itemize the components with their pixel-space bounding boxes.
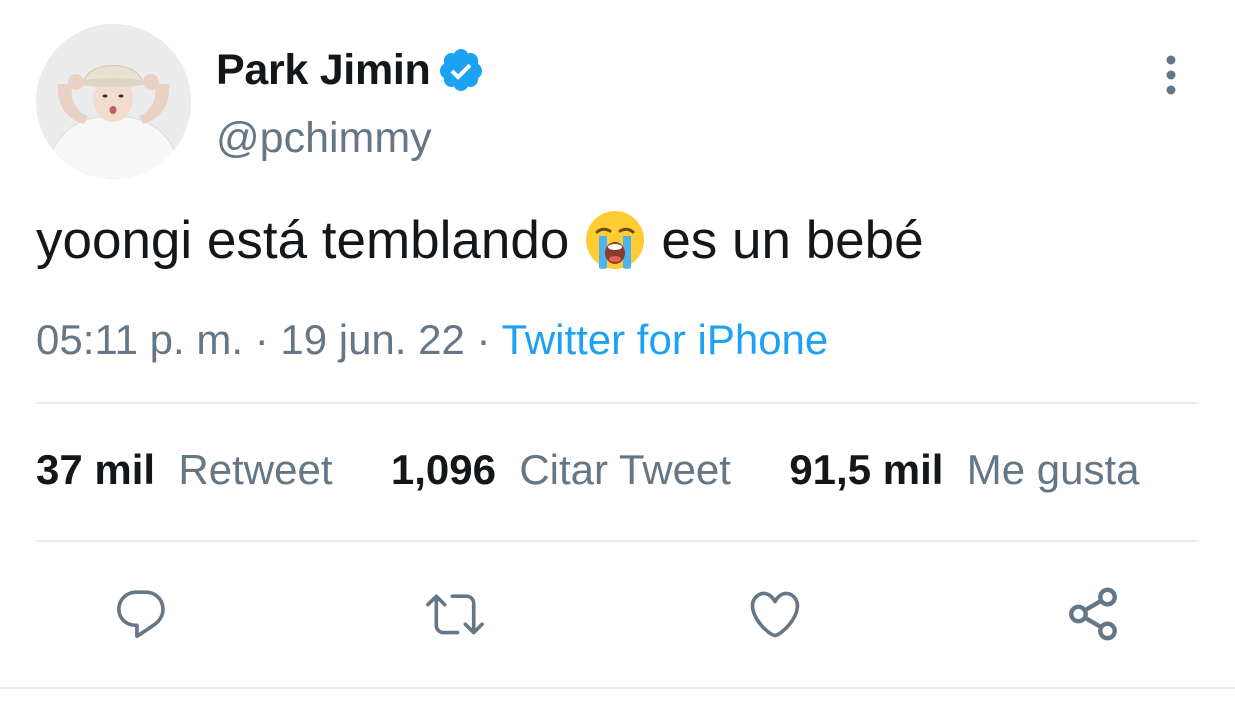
more-options-icon[interactable]	[1156, 52, 1186, 98]
retweets-stat[interactable]: 37 mil Retweet	[36, 446, 333, 493]
quotes-label: Citar Tweet	[519, 446, 731, 493]
display-name[interactable]: Park Jimin	[216, 46, 431, 95]
quotes-count: 1,096	[390, 446, 496, 493]
tweet-stats: 37 mil Retweet 1,096 Citar Tweet 91,5 mi…	[36, 446, 1140, 494]
divider	[36, 540, 1199, 542]
tweet-date: 19 jun. 22	[280, 316, 465, 363]
user-handle[interactable]: @pchimmy	[216, 114, 432, 163]
avatar[interactable]	[36, 24, 191, 179]
retweets-count: 37 mil	[36, 446, 156, 493]
avatar-image	[36, 24, 191, 179]
tweet-time: 05:11 p. m.	[36, 316, 244, 363]
likes-stat[interactable]: 91,5 mil Me gusta	[789, 446, 1139, 493]
bottom-divider	[0, 687, 1235, 689]
retweet-icon[interactable]	[426, 585, 484, 643]
verified-badge-icon	[439, 49, 482, 91]
share-icon[interactable]	[1064, 585, 1122, 643]
likes-count: 91,5 mil	[789, 446, 944, 493]
heart-icon[interactable]	[746, 585, 804, 643]
tweet-text-after: es un bebé	[661, 210, 924, 270]
retweets-label: Retweet	[178, 446, 333, 493]
likes-label: Me gusta	[966, 446, 1140, 493]
tweet-text-before: yoongi está temblando	[36, 210, 570, 270]
loudly-crying-face-icon	[586, 211, 645, 269]
reply-icon[interactable]	[112, 585, 170, 643]
meta-separator: ·	[254, 316, 269, 363]
tweet-text: yoongi está temblando es un bebé	[36, 208, 924, 272]
tweet-meta: 05:11 p. m. · 19 jun. 22 · Twitter for i…	[36, 316, 828, 364]
tweet-source-link[interactable]: Twitter for iPhone	[501, 316, 828, 363]
quotes-stat[interactable]: 1,096 Citar Tweet	[391, 446, 731, 493]
meta-separator: ·	[476, 316, 491, 363]
user-name-row[interactable]: Park Jimin	[216, 42, 485, 98]
divider	[36, 402, 1199, 404]
